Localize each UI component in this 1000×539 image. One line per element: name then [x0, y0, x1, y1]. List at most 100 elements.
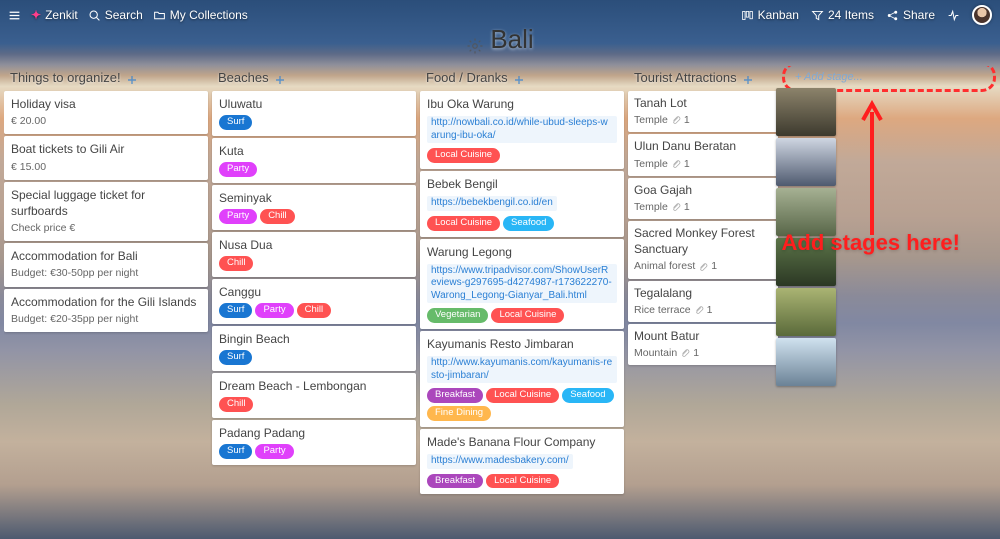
card[interactable]: Accommodation for the Gili IslandsBudget… [4, 289, 208, 332]
card[interactable]: Boat tickets to Gili Air€ 15.00 [4, 136, 208, 179]
card-link[interactable]: http://www.kayumanis.com/kayumanis-resto… [427, 356, 617, 383]
card[interactable]: SeminyakPartyChill [212, 185, 416, 230]
card-title: Accommodation for Bali [11, 248, 201, 264]
column-title: Things to organize! [10, 70, 121, 85]
card-title: Kayumanis Resto Jimbaran [427, 336, 617, 352]
paperclip-icon [671, 202, 681, 212]
card-meta-label: Temple [634, 113, 668, 127]
tag: Chill [260, 209, 294, 224]
card-tags: BreakfastLocal Cuisine [427, 474, 617, 489]
card[interactable]: Accommodation for BaliBudget: €30-50pp p… [4, 243, 208, 286]
card[interactable]: Ibu Oka Warung http://nowbali.co.id/while… [420, 91, 624, 169]
card[interactable]: Made's Banana Flour Companyhttps://www.m… [420, 429, 624, 495]
card-title: Nusa Dua [219, 237, 409, 253]
card[interactable]: UluwatuSurf [212, 91, 416, 136]
card-meta: Rice terrace1 [634, 303, 772, 317]
card[interactable]: Special luggage ticket for surfboardsChe… [4, 182, 208, 242]
card[interactable]: Mount BaturMountain1 [628, 324, 778, 365]
column-title: Beaches [218, 70, 269, 85]
card-tags: Party [219, 162, 409, 177]
card-title: Padang Padang [219, 425, 409, 441]
card-title: Special luggage ticket for surfboards [11, 187, 201, 219]
brand[interactable]: ✦ Zenkit [31, 8, 78, 22]
card-title: Kuta [219, 143, 409, 159]
card-meta: Temple1 [634, 200, 772, 214]
card[interactable]: Warung Legonghttps://www.tripadvisor.com… [420, 239, 624, 330]
column-header[interactable]: Beaches [212, 66, 416, 91]
gear-icon[interactable] [466, 31, 484, 49]
card[interactable]: TegalalangRice terrace1 [628, 281, 778, 322]
card-title: Mount Batur [634, 328, 772, 344]
search-button[interactable]: Search [88, 8, 143, 22]
view-kanban[interactable]: Kanban [741, 8, 799, 22]
card-link[interactable]: https://bebekbengil.co.id/en [427, 196, 557, 211]
card[interactable]: Bingin BeachSurf [212, 326, 416, 371]
activity-button[interactable] [947, 9, 960, 22]
card-title: Ibu Oka Warung [427, 96, 617, 112]
tag: Party [219, 162, 257, 177]
filter-button[interactable]: 24 Items [811, 8, 874, 22]
tag: Party [255, 444, 293, 459]
card[interactable]: Holiday visa€ 20.00 [4, 91, 208, 134]
card[interactable]: Nusa DuaChill [212, 232, 416, 277]
card-thumbnail[interactable] [776, 188, 836, 236]
card-tags: SurfPartyChill [219, 303, 409, 318]
tag: Surf [219, 303, 252, 318]
tag: Seafood [562, 388, 613, 403]
annotation-arrow [859, 100, 885, 235]
tag: Party [219, 209, 257, 224]
board-title-wrap: Bali [0, 24, 1000, 55]
annotation-text: Add stages here! [782, 230, 961, 256]
card-thumbnail[interactable] [776, 338, 836, 386]
card[interactable]: Padang Padang SurfParty [212, 420, 416, 465]
tag: Surf [219, 350, 252, 365]
add-card-icon[interactable] [743, 73, 753, 83]
share-button[interactable]: Share [886, 8, 935, 22]
card-link[interactable]: http://nowbali.co.id/while-ubud-sleeps-w… [427, 116, 617, 143]
card[interactable]: Kayumanis Resto Jimbaran http://www.kayum… [420, 331, 624, 427]
column-title: Food / Dranks [426, 70, 508, 85]
card[interactable]: Ulun Danu BeratanTemple1 [628, 134, 778, 175]
add-stage-placeholder: + Add stage... [795, 71, 863, 83]
avatar[interactable] [972, 5, 992, 25]
card-tags: PartyChill [219, 209, 409, 224]
tag: Local Cuisine [486, 474, 559, 489]
card-link[interactable]: https://www.tripadvisor.com/ShowUserRevi… [427, 264, 617, 304]
board-title[interactable]: Bali [490, 24, 533, 55]
column-header[interactable]: Tourist Attractions [628, 66, 778, 91]
tag: Chill [219, 397, 253, 412]
add-card-icon[interactable] [514, 73, 524, 83]
tag: Surf [219, 444, 252, 459]
column-food-dranks: Food / Dranks Ibu Oka Warung http://nowba… [420, 66, 624, 494]
card-thumbnail[interactable] [776, 138, 836, 186]
card[interactable]: Bebek Bengilhttps://bebekbengil.co.id/en… [420, 171, 624, 237]
add-card-icon[interactable] [127, 73, 137, 83]
card[interactable]: Goa Gajah Temple1 [628, 178, 778, 219]
paperclip-icon [694, 305, 704, 315]
card-link[interactable]: https://www.madesbakery.com/ [427, 454, 573, 469]
card-title: Goa Gajah [634, 182, 772, 198]
card-thumbnail[interactable] [776, 288, 836, 336]
tag: Local Cuisine [427, 216, 500, 231]
add-card-icon[interactable] [275, 73, 285, 83]
tag: Fine Dining [427, 406, 491, 421]
collections-button[interactable]: My Collections [153, 8, 248, 22]
column-beaches: Beaches UluwatuSurfKutaPartySeminyakPart… [212, 66, 416, 465]
menu-button[interactable] [8, 9, 21, 22]
card-thumbnail[interactable] [776, 88, 836, 136]
card-title: Boat tickets to Gili Air [11, 141, 201, 157]
paperclip-icon [671, 159, 681, 169]
brand-icon: ✦ [31, 8, 41, 22]
card[interactable]: Dream Beach - LembonganChill [212, 373, 416, 418]
card-tags: Surf [219, 115, 409, 130]
card-title: Accommodation for the Gili Islands [11, 294, 201, 310]
card[interactable]: Kuta Party [212, 138, 416, 183]
card[interactable]: Sacred Monkey Forest SanctuaryAnimal for… [628, 221, 778, 279]
card-title: Tanah Lot [634, 95, 772, 111]
column-header[interactable]: Food / Dranks [420, 66, 624, 91]
card[interactable]: CangguSurfPartyChill [212, 279, 416, 324]
card-meta-label: Temple [634, 157, 668, 171]
menu-icon [8, 9, 21, 22]
card[interactable]: Tanah LotTemple1 [628, 91, 778, 132]
column-header[interactable]: Things to organize! [4, 66, 208, 91]
